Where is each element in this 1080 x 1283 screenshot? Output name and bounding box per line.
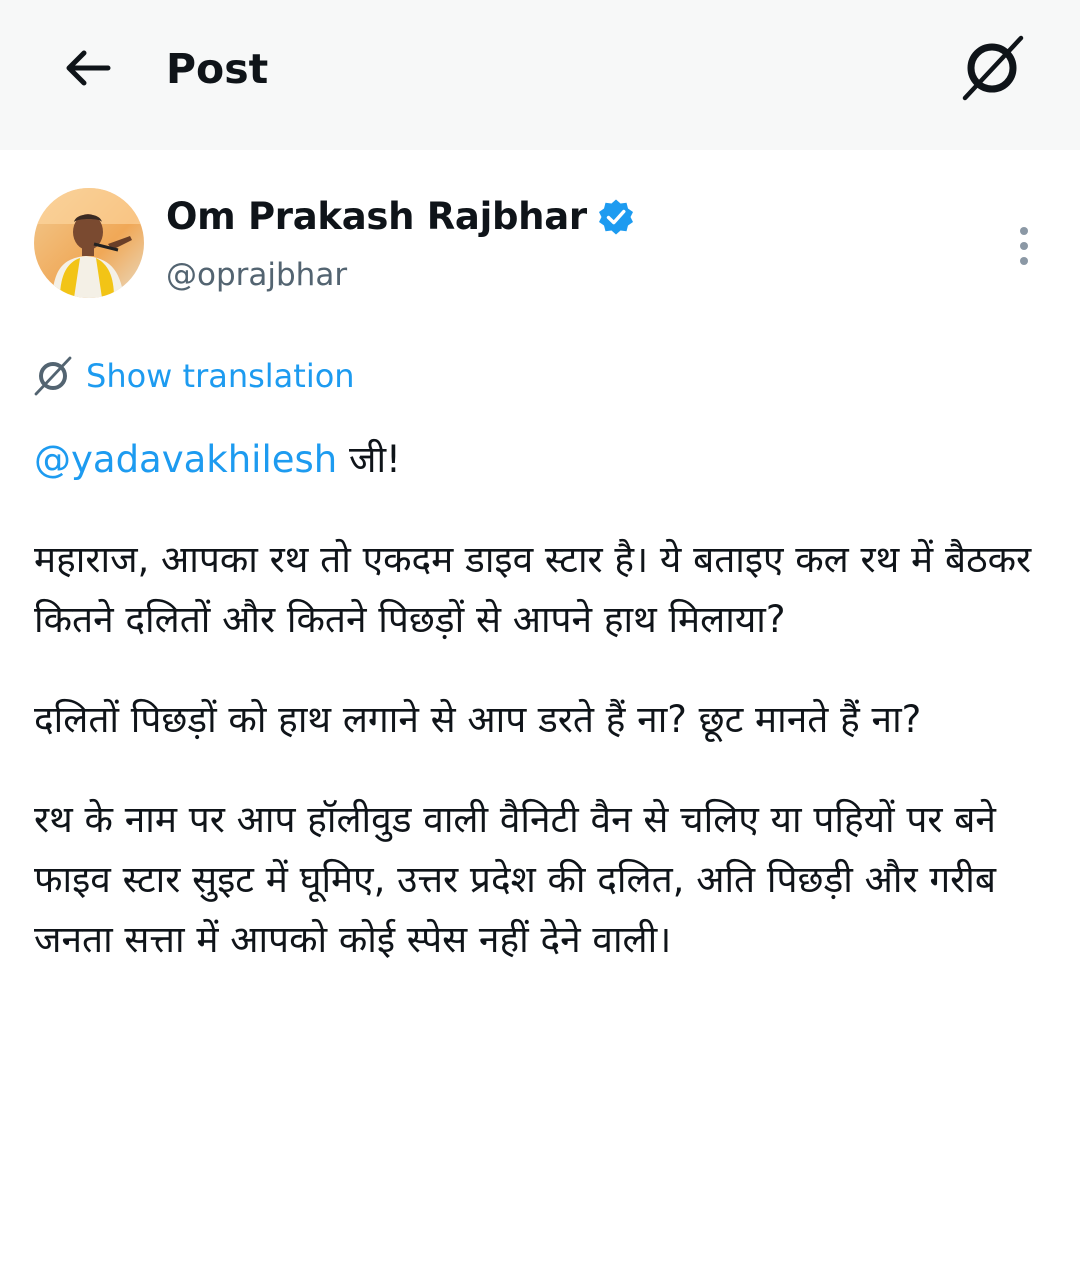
author-display-name[interactable]: Om Prakash Rajbhar — [166, 192, 587, 242]
more-options-button[interactable] — [1000, 222, 1048, 270]
translate-button[interactable] — [950, 32, 1034, 108]
page-title: Post — [166, 45, 269, 93]
show-translation-label[interactable]: Show translation — [86, 354, 355, 398]
arrow-left-icon — [64, 48, 112, 92]
back-button[interactable] — [56, 42, 120, 98]
mention-link[interactable]: @yadavakhilesh — [34, 438, 337, 481]
post-paragraph: दलितों पिछड़ों को हाथ लगाने से आप डरते ह… — [34, 698, 922, 741]
translate-slash-icon — [955, 34, 1029, 106]
more-dot-icon — [1020, 257, 1028, 265]
verified-badge-icon — [597, 198, 635, 236]
more-dot-icon — [1020, 227, 1028, 235]
translate-slash-icon — [32, 355, 74, 397]
post-text: @yadavakhilesh जी! महाराज, आपका रथ तो एक… — [34, 430, 1044, 1010]
greeting-text: जी! — [337, 438, 401, 481]
avatar[interactable] — [34, 188, 144, 298]
author-name-row[interactable]: Om Prakash Rajbhar — [166, 192, 635, 242]
post-greeting: @yadavakhilesh जी! — [34, 430, 1044, 490]
top-bar: Post — [0, 0, 1080, 150]
more-dot-icon — [1020, 242, 1028, 250]
post-paragraph: महाराज, आपका रथ तो एकदम डाइव स्टार है। य… — [34, 538, 1032, 641]
post-paragraph: रथ के नाम पर आप हॉलीवुड वाली वैनिटी वैन … — [34, 798, 997, 961]
author-handle[interactable]: @oprajbhar — [166, 254, 347, 296]
show-translation-link[interactable]: Show translation — [32, 354, 355, 398]
